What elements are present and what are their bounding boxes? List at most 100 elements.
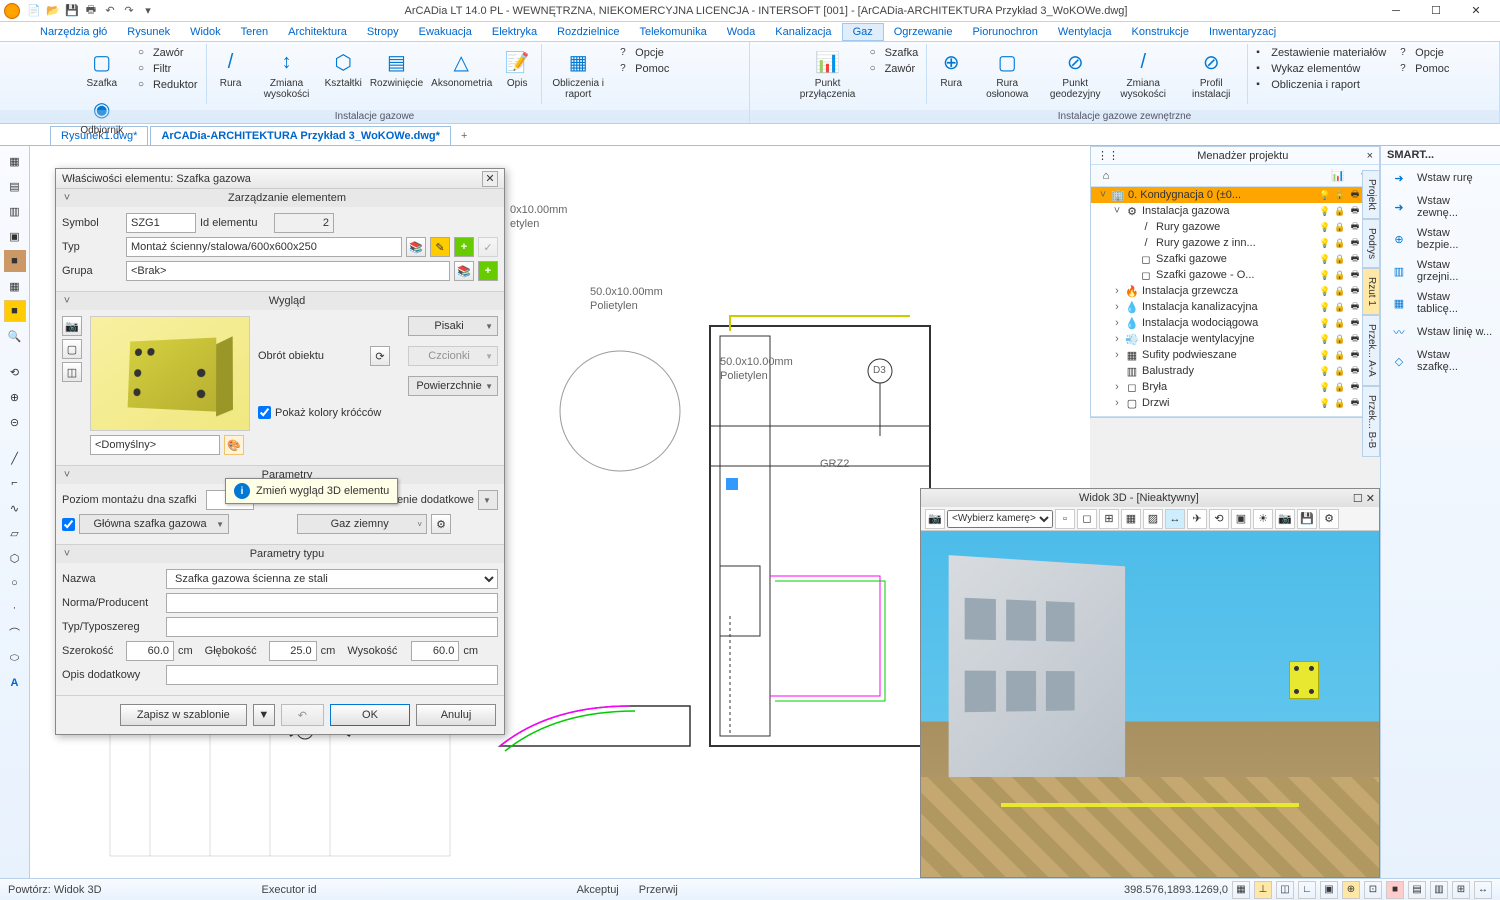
- qat-redo-icon[interactable]: ↷: [121, 3, 137, 19]
- pm-close-icon[interactable]: ×: [1367, 150, 1373, 162]
- v3d-tool-icon[interactable]: ⚙: [1319, 509, 1339, 529]
- save-template-button[interactable]: Zapisz w szablonie: [120, 704, 247, 726]
- ribbon-link-wykaz-elementów[interactable]: ▪Wykaz elementów: [1256, 62, 1386, 76]
- v3d-tool-icon[interactable]: ✈: [1187, 509, 1207, 529]
- tool-icon[interactable]: ·: [4, 597, 26, 619]
- ribbon-opis[interactable]: 📝Opis: [495, 44, 539, 102]
- ribbon-link-opcje[interactable]: ?Opcje: [620, 46, 669, 60]
- vtab-przek... a-a[interactable]: Przek... A-A: [1362, 315, 1380, 386]
- qat-more-icon[interactable]: ▾: [140, 3, 156, 19]
- qat-undo-icon[interactable]: ↶: [102, 3, 118, 19]
- ribbon-profil-instalacji[interactable]: ⊘Profil instalacji: [1177, 44, 1245, 102]
- type-add-button[interactable]: +: [454, 237, 474, 257]
- menu-wentylacja[interactable]: Wentylacja: [1048, 24, 1122, 40]
- main-cabinet-checkbox[interactable]: [62, 518, 75, 531]
- v3d-tool-icon[interactable]: ☀: [1253, 509, 1273, 529]
- ribbon-link-pomoc[interactable]: ?Pomoc: [620, 62, 669, 76]
- close-icon[interactable]: ✕: [1366, 492, 1375, 505]
- status-repeat[interactable]: Powtórz: Widok 3D: [8, 884, 102, 896]
- menu-teren[interactable]: Teren: [231, 24, 279, 40]
- tree-row[interactable]: ›◻Bryła💡🔒🖶: [1091, 379, 1379, 395]
- section-header[interactable]: ˅Wygląd: [56, 292, 504, 310]
- ribbon-link-filtr[interactable]: ○Filtr: [138, 62, 198, 76]
- menu-ogrzewanie[interactable]: Ogrzewanie: [884, 24, 963, 40]
- qat-save-icon[interactable]: 💾: [64, 3, 80, 19]
- menu-elektryka[interactable]: Elektryka: [482, 24, 547, 40]
- dialog-titlebar[interactable]: Właściwości elementu: Szafka gazowa ✕: [56, 169, 504, 189]
- cancel-button[interactable]: Anuluj: [416, 704, 496, 726]
- ribbon-link-reduktor[interactable]: ○Reduktor: [138, 78, 198, 92]
- smart-item[interactable]: ▥Wstaw grzejni...: [1381, 255, 1500, 287]
- type-edit-button[interactable]: ✎: [430, 237, 450, 257]
- sb-icon[interactable]: ■: [1386, 881, 1404, 899]
- type-browse-button[interactable]: 📚: [406, 237, 426, 257]
- vtab-przek... b-b[interactable]: Przek... B-B: [1362, 386, 1380, 457]
- tool-icon[interactable]: ▣: [4, 225, 26, 247]
- name-select[interactable]: Szafka gazowa ścienna ze stali: [166, 569, 498, 589]
- menu-kanalizacja[interactable]: Kanalizacja: [765, 24, 841, 40]
- menu-stropy[interactable]: Stropy: [357, 24, 409, 40]
- status-cancel[interactable]: Przerwij: [639, 884, 678, 896]
- menu-narzędzia głó[interactable]: Narzędzia głó: [30, 24, 117, 40]
- view-3d-edit-button[interactable]: 🎨: [224, 435, 244, 455]
- qat-new-icon[interactable]: 📄: [26, 3, 42, 19]
- view-camera-icon[interactable]: 📷: [62, 316, 82, 336]
- ribbon-link-obliczenia-i-raport[interactable]: ▪Obliczenia i raport: [1256, 78, 1386, 92]
- view-2d-icon[interactable]: ▢: [62, 339, 82, 359]
- qat-print-icon[interactable]: 🖶: [83, 3, 99, 19]
- pm-grip-icon[interactable]: ⋮⋮: [1097, 149, 1119, 162]
- menu-architektura[interactable]: Architektura: [278, 24, 357, 40]
- dialog-close-button[interactable]: ✕: [482, 171, 498, 187]
- status-accept[interactable]: Akceptuj: [577, 884, 619, 896]
- tool-icon[interactable]: ■: [4, 300, 26, 322]
- tool-icon[interactable]: ⊕: [4, 386, 26, 408]
- type-input[interactable]: [126, 237, 402, 257]
- sb-icon[interactable]: ⊡: [1364, 881, 1382, 899]
- group-input[interactable]: [126, 261, 450, 281]
- tree-row[interactable]: ›💧Instalacja wodociągowa💡🔒🖶: [1091, 315, 1379, 331]
- v3d-tool-icon[interactable]: ◻: [1077, 509, 1097, 529]
- menu-konstrukcje[interactable]: Konstrukcje: [1122, 24, 1199, 40]
- smart-item[interactable]: 〰Wstaw linię w...: [1381, 319, 1500, 345]
- tool-icon[interactable]: ▥: [4, 200, 26, 222]
- width-input[interactable]: [126, 641, 174, 661]
- ribbon-szafka[interactable]: ▢Szafka: [74, 44, 130, 91]
- tool-icon[interactable]: ⬭: [4, 647, 26, 669]
- sb-icon[interactable]: ⊕: [1342, 881, 1360, 899]
- symbol-input[interactable]: [126, 213, 196, 233]
- pm-tool-icon[interactable]: 📊: [1327, 165, 1349, 187]
- desc-input[interactable]: [166, 665, 498, 685]
- tool-icon[interactable]: ∿: [4, 497, 26, 519]
- tree-row[interactable]: ›💧Instalacja kanalizacyjna💡🔒🖶: [1091, 299, 1379, 315]
- qat-open-icon[interactable]: 📂: [45, 3, 61, 19]
- v3d-tool-icon[interactable]: ↔: [1165, 509, 1185, 529]
- ribbon-zmiana-wysokości[interactable]: ↕Zmiana wysokości: [253, 44, 321, 102]
- menu-piorunochron[interactable]: Piorunochron: [962, 24, 1047, 40]
- sb-icon[interactable]: ∟: [1298, 881, 1316, 899]
- ribbon-punkt-geodezyjny[interactable]: ⊘Punkt geodezyjny: [1041, 44, 1109, 102]
- smart-item[interactable]: ⊕Wstaw bezpie...: [1381, 223, 1500, 255]
- show-colors-checkbox[interactable]: [258, 406, 271, 419]
- group-browse-button[interactable]: 📚: [454, 261, 474, 281]
- ribbon-link-zawór[interactable]: ○Zawór: [138, 46, 198, 60]
- v3d-tool-icon[interactable]: ▣: [1231, 509, 1251, 529]
- menu-widok[interactable]: Widok: [180, 24, 231, 40]
- tool-icon[interactable]: ■: [4, 250, 26, 272]
- ribbon-link-zawór[interactable]: ○Zawór: [870, 62, 919, 76]
- smart-item[interactable]: ➜Wstaw zewnę...: [1381, 191, 1500, 223]
- tool-icon[interactable]: ▱: [4, 522, 26, 544]
- group-add-button[interactable]: +: [478, 261, 498, 281]
- smart-item[interactable]: ◇Wstaw szafkę...: [1381, 345, 1500, 377]
- tree-row[interactable]: ›▢Drzwi💡🔒🖶: [1091, 395, 1379, 411]
- tree-row[interactable]: ›💨Instalacje wentylacyjne💡🔒🖶: [1091, 331, 1379, 347]
- menu-gaz[interactable]: Gaz: [842, 23, 884, 41]
- tool-icon[interactable]: ⊝: [4, 411, 26, 433]
- menu-ewakuacja[interactable]: Ewakuacja: [409, 24, 482, 40]
- section-header[interactable]: ˅Parametry typu: [56, 545, 504, 563]
- ribbon-rozwinięcie[interactable]: ▤Rozwinięcie: [366, 44, 427, 102]
- selection-marker[interactable]: [726, 478, 738, 490]
- ribbon-kształtki[interactable]: ⬡Kształtki: [321, 44, 366, 102]
- menu-inwentaryzacj[interactable]: Inwentaryzacj: [1199, 24, 1286, 40]
- tool-zoom-icon[interactable]: 🔍: [4, 325, 26, 347]
- v3d-tool-icon[interactable]: ▨: [1143, 509, 1163, 529]
